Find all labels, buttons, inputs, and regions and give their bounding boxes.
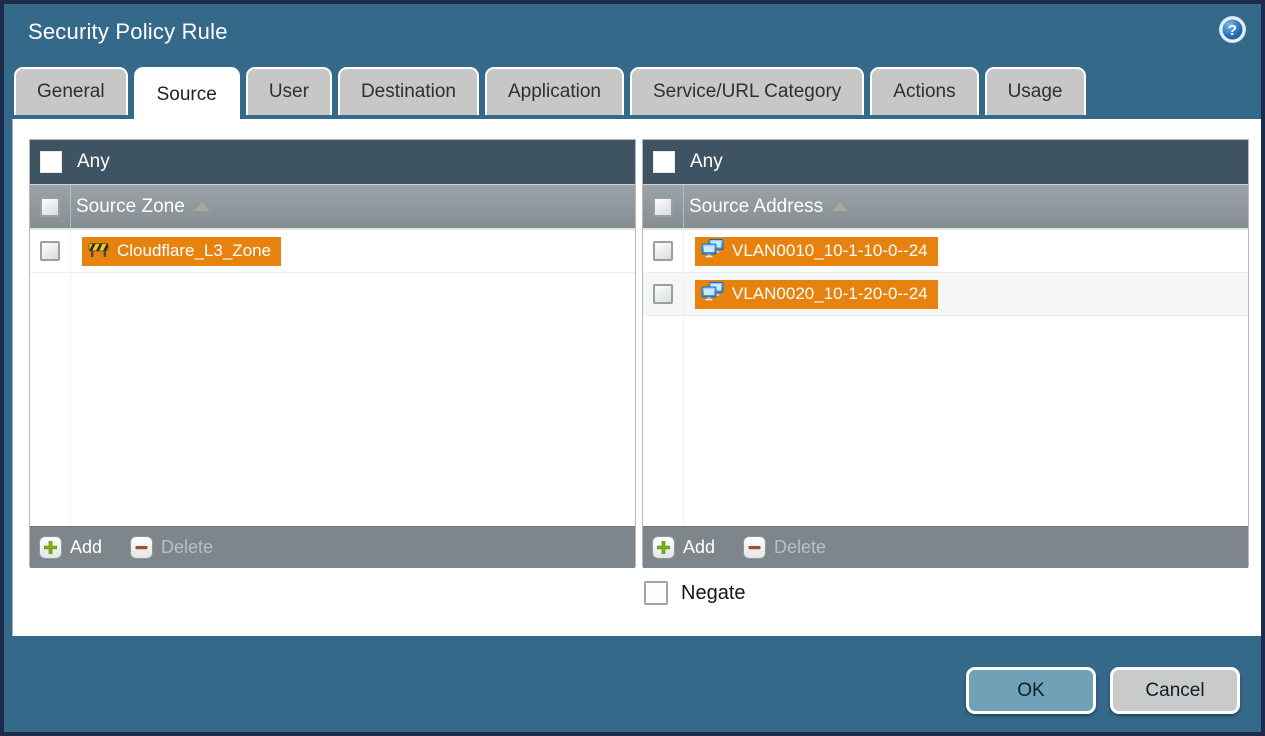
column-divider	[70, 230, 71, 526]
delete-label: Delete	[161, 537, 214, 557]
row-checkbox[interactable]	[40, 241, 60, 261]
cancel-button[interactable]: Cancel	[1110, 667, 1240, 714]
source-zone-any-label: Any	[77, 151, 110, 172]
zone-icon	[88, 240, 109, 263]
delete-button[interactable]: Delete	[130, 536, 213, 559]
source-address-list: VLAN0010_10-1-10-0--24 VLAN0020_10-1-20-…	[643, 230, 1248, 526]
dialog-titlebar: Security Policy Rule ?	[4, 4, 1261, 64]
source-address-select-all-checkbox[interactable]	[653, 196, 673, 217]
svg-text:?: ?	[1228, 22, 1237, 39]
add-label: Add	[683, 537, 716, 557]
row-checkbox[interactable]	[653, 284, 673, 304]
address-name: VLAN0010_10-1-10-0--24	[732, 241, 928, 260]
source-zone-column-label: Source Zone	[76, 195, 185, 217]
source-zone-toolbar: Add Delete	[30, 526, 635, 568]
negate-label: Negate	[681, 581, 746, 604]
column-divider	[683, 185, 684, 228]
add-label: Add	[70, 537, 103, 557]
source-address-panel: Any Source Address VLAN0010_10-1-10-0--2…	[642, 139, 1249, 568]
source-zone-select-all-checkbox[interactable]	[40, 196, 60, 217]
tab-general[interactable]: General	[14, 67, 128, 115]
add-button[interactable]: Add	[652, 536, 715, 559]
address-icon	[701, 282, 724, 306]
negate-option: Negate	[644, 581, 746, 605]
table-row[interactable]: VLAN0010_10-1-10-0--24	[643, 230, 1248, 273]
help-icon[interactable]: ?	[1218, 15, 1247, 44]
plus-icon	[652, 536, 675, 559]
source-zone-panel: Any Source Zone Cloudflare_L3_Zone Add D…	[29, 139, 636, 568]
delete-label: Delete	[774, 537, 827, 557]
tab-user[interactable]: User	[245, 67, 332, 115]
dialog-title: Security Policy Rule	[28, 19, 228, 44]
row-checkbox[interactable]	[653, 241, 673, 261]
source-zone-any-header: Any	[30, 140, 635, 185]
minus-icon	[130, 536, 154, 559]
source-zone-list: Cloudflare_L3_Zone	[30, 230, 635, 526]
table-row[interactable]: Cloudflare_L3_Zone	[30, 230, 635, 273]
sort-asc-icon	[193, 202, 210, 211]
tab-usage[interactable]: Usage	[984, 67, 1086, 115]
tab-destination[interactable]: Destination	[337, 67, 479, 115]
source-address-toolbar: Add Delete	[643, 526, 1248, 568]
source-address-any-label: Any	[690, 151, 723, 172]
source-address-any-checkbox[interactable]	[653, 151, 675, 173]
zone-name: Cloudflare_L3_Zone	[117, 241, 272, 260]
tab-application[interactable]: Application	[485, 67, 624, 115]
security-policy-rule-dialog: Security Policy Rule ? General Source Us…	[0, 0, 1265, 736]
address-name: VLAN0020_10-1-20-0--24	[732, 284, 928, 303]
tab-actions[interactable]: Actions	[870, 67, 979, 115]
source-zone-column-header[interactable]: Source Zone	[30, 185, 635, 230]
column-divider	[70, 185, 71, 228]
address-icon	[701, 239, 724, 263]
source-address-column-header[interactable]: Source Address	[643, 185, 1248, 230]
delete-button[interactable]: Delete	[743, 536, 826, 559]
source-zone-any-checkbox[interactable]	[40, 151, 62, 173]
tab-bar: General Source User Destination Applicat…	[14, 67, 1086, 121]
column-divider	[683, 230, 684, 526]
sort-asc-icon	[832, 202, 849, 211]
source-address-column-label: Source Address	[689, 195, 824, 217]
negate-checkbox[interactable]	[644, 581, 668, 605]
ok-button[interactable]: OK	[966, 667, 1096, 714]
tab-content-source: Any Source Zone Cloudflare_L3_Zone Add D…	[12, 119, 1261, 636]
add-button[interactable]: Add	[39, 536, 102, 559]
table-row[interactable]: VLAN0020_10-1-20-0--24	[643, 273, 1248, 316]
zone-chip[interactable]: Cloudflare_L3_Zone	[82, 236, 282, 266]
minus-icon	[743, 536, 767, 559]
address-chip[interactable]: VLAN0020_10-1-20-0--24	[695, 279, 938, 309]
address-chip[interactable]: VLAN0010_10-1-10-0--24	[695, 236, 938, 266]
tab-source[interactable]: Source	[133, 67, 240, 121]
tab-service-url-category[interactable]: Service/URL Category	[629, 67, 865, 115]
plus-icon	[39, 536, 62, 559]
source-address-any-header: Any	[643, 140, 1248, 185]
